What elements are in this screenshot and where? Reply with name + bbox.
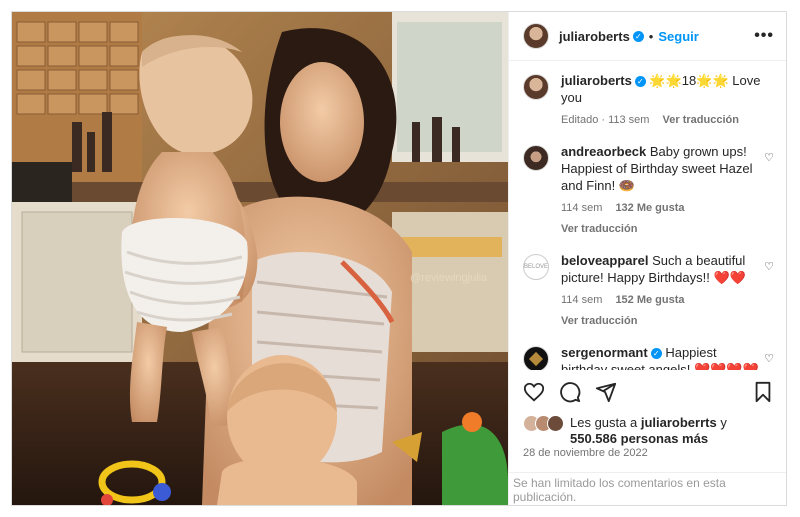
verified-icon: ✓ bbox=[650, 348, 662, 360]
caption-translate-link[interactable]: Ver traducción bbox=[663, 114, 739, 126]
post-modal: @reviewingjulia juliaroberts ✓ • Seguir … bbox=[11, 11, 787, 506]
comment-time: 114 sem bbox=[561, 202, 603, 214]
comment-avatar[interactable]: BELOVE bbox=[523, 254, 549, 280]
comment-likes[interactable]: 132 Me gusta bbox=[615, 202, 684, 214]
comment-like-heart-icon[interactable]: ♡ bbox=[764, 352, 774, 365]
comments-list[interactable]: juliaroberts ✓ 🌟🌟18🌟🌟 Love you Editado · … bbox=[523, 72, 774, 370]
comment-username[interactable]: sergenormant bbox=[561, 345, 648, 360]
comment-username[interactable]: beloveapparel bbox=[561, 253, 648, 268]
more-icon[interactable]: ••• bbox=[754, 27, 774, 45]
caption: juliaroberts ✓ 🌟🌟18🌟🌟 Love you Editado · … bbox=[523, 72, 774, 129]
caption-avatar[interactable] bbox=[523, 74, 549, 100]
comment-item: BELOVE beloveapparel Such a beautiful pi… bbox=[523, 252, 774, 330]
likes-suffix[interactable]: personas más bbox=[621, 431, 708, 446]
heart-icon[interactable] bbox=[523, 381, 545, 403]
verified-icon: ✓ bbox=[634, 76, 646, 88]
comment-avatar[interactable] bbox=[523, 346, 549, 370]
comment-translate-link[interactable]: Ver traducción bbox=[561, 313, 761, 330]
comment-likes[interactable]: 152 Me gusta bbox=[615, 294, 684, 306]
post-photo[interactable]: @reviewingjulia bbox=[12, 12, 508, 505]
verified-icon: ✓ bbox=[632, 30, 644, 42]
comment-time: 114 sem bbox=[561, 294, 603, 306]
author-avatar[interactable] bbox=[523, 23, 549, 49]
post-image bbox=[12, 12, 508, 505]
comment-avatar[interactable] bbox=[523, 145, 549, 171]
photo-watermark: @reviewingjulia bbox=[410, 272, 488, 284]
caption-edited: Editado · 113 sem bbox=[561, 114, 650, 126]
likes-user[interactable]: juliaroberrts bbox=[641, 415, 717, 430]
header-separator: • bbox=[648, 28, 654, 44]
comment-like-heart-icon[interactable]: ♡ bbox=[764, 151, 774, 164]
caption-username[interactable]: juliaroberts bbox=[561, 73, 632, 88]
follow-button[interactable]: Seguir bbox=[658, 29, 698, 44]
likes-connector: y bbox=[720, 415, 727, 430]
bookmark-icon[interactable] bbox=[752, 381, 774, 403]
comment-translate-link[interactable]: Ver traducción bbox=[561, 221, 761, 238]
comment-item: andreaorbeck Baby grown ups! Happiest of… bbox=[523, 143, 774, 238]
comment-item: sergenormant ✓ Happiest birthday sweet an… bbox=[523, 344, 774, 370]
share-icon[interactable] bbox=[595, 381, 617, 403]
comment-username[interactable]: andreaorbeck bbox=[561, 144, 646, 159]
action-bar bbox=[523, 378, 774, 406]
likes-summary[interactable]: Les gusta a juliaroberrts y 550.586 pers… bbox=[523, 415, 774, 447]
likes-count[interactable]: 550.586 bbox=[570, 431, 617, 446]
post-date[interactable]: 28 de noviembre de 2022 bbox=[523, 447, 648, 459]
comment-icon[interactable] bbox=[559, 381, 581, 403]
likes-prefix: Les gusta a bbox=[570, 415, 638, 430]
likers-avatars bbox=[523, 415, 564, 447]
likes-text: Les gusta a juliaroberrts y 550.586 pers… bbox=[570, 415, 774, 447]
post-header: juliaroberts ✓ • Seguir ••• bbox=[509, 12, 786, 61]
comments-limited-notice: Se han limitado los comentarios en esta … bbox=[509, 472, 786, 506]
post-side-panel: juliaroberts ✓ • Seguir ••• juliaroberts… bbox=[508, 12, 786, 505]
comment-like-heart-icon[interactable]: ♡ bbox=[764, 260, 774, 273]
author-username[interactable]: juliaroberts bbox=[559, 29, 630, 44]
